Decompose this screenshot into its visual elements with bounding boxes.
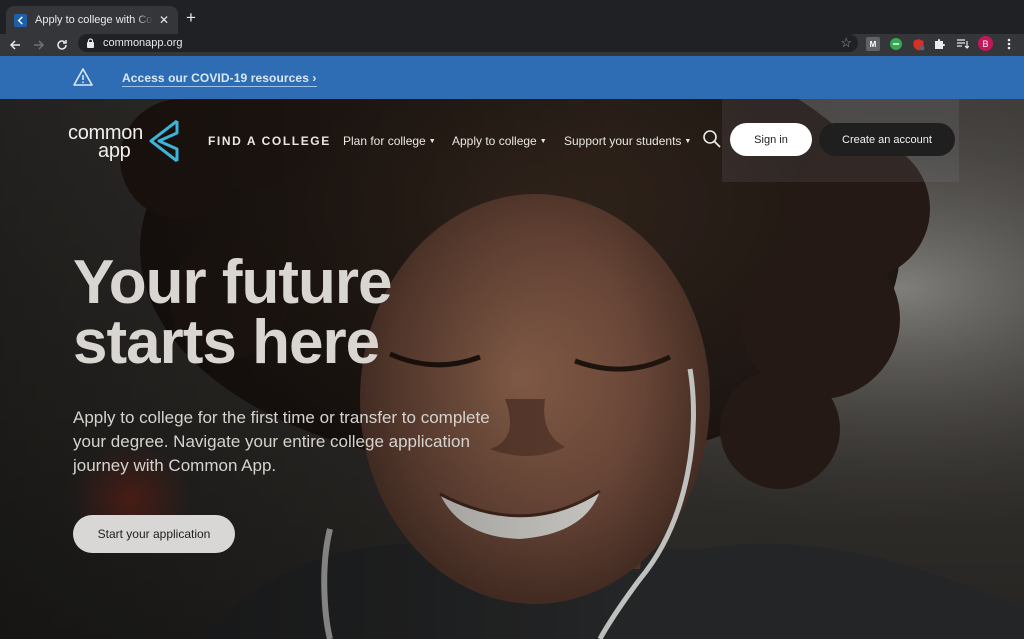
extension-shield-icon[interactable] — [911, 37, 925, 51]
back-icon[interactable] — [6, 36, 24, 54]
caret-down-icon: ▼ — [428, 138, 436, 145]
create-account-button[interactable]: Create an account — [819, 123, 955, 156]
nav-plan-for-college[interactable]: Plan for college ▼ — [343, 134, 436, 148]
browser-tabstrip: Apply to college with Common App ✕ + — [0, 0, 1024, 34]
hero-headline: Your future starts here — [73, 248, 393, 377]
hero-section: common app FIND A COLLEGE Plan for colle… — [0, 99, 1024, 639]
covid-alert-banner: Access our COVID-19 resources › — [0, 56, 1024, 99]
new-tab-button[interactable]: + — [186, 9, 196, 26]
browser-tab[interactable]: Apply to college with Common App ✕ — [6, 6, 178, 34]
nav-support-your-students[interactable]: Support your students ▼ — [564, 134, 691, 148]
logo-text-app: app — [98, 140, 131, 162]
sign-in-button[interactable]: Sign in — [730, 123, 812, 156]
search-icon[interactable] — [702, 129, 724, 151]
caret-down-icon: ▼ — [684, 138, 692, 145]
browser-menu-icon[interactable] — [1002, 37, 1016, 51]
reload-icon[interactable] — [53, 36, 71, 54]
extensions-puzzle-icon[interactable] — [933, 37, 947, 51]
forward-icon[interactable] — [30, 36, 48, 54]
start-application-button[interactable]: Start your application — [73, 515, 235, 553]
nav-apply-to-college[interactable]: Apply to college ▼ — [452, 134, 547, 148]
warning-icon — [73, 68, 93, 91]
browser-toolbar: commonapp.org ☆ M B — [0, 34, 1024, 56]
extension-green-icon[interactable] — [889, 37, 903, 51]
commonapp-favicon-icon — [14, 13, 27, 27]
close-tab-icon[interactable]: ✕ — [159, 14, 169, 26]
hero-subtext: Apply to college for the first time or t… — [73, 408, 490, 475]
bookmark-star-icon[interactable]: ☆ — [840, 35, 852, 51]
profile-avatar[interactable]: B — [978, 36, 993, 51]
commonapp-logo[interactable]: common app — [68, 119, 181, 165]
caret-down-icon: ▼ — [539, 138, 547, 145]
covid-resources-link[interactable]: Access our COVID-19 resources › — [122, 71, 317, 87]
extension-m-icon[interactable]: M — [866, 37, 880, 51]
lock-icon — [87, 38, 94, 48]
nav-find-a-college[interactable]: FIND A COLLEGE — [208, 134, 331, 148]
url-text: commonapp.org — [103, 37, 183, 49]
reading-list-icon[interactable] — [955, 37, 969, 51]
tab-title: Apply to college with Common App — [35, 14, 153, 26]
logo-mark-icon — [149, 119, 179, 163]
address-bar[interactable]: commonapp.org ☆ — [78, 34, 858, 52]
